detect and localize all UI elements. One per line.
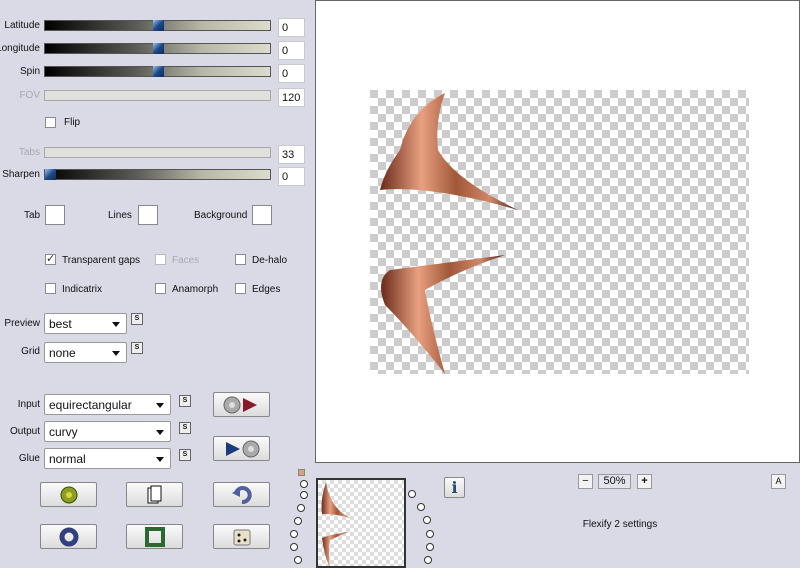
lines-color-swatch[interactable] xyxy=(138,205,158,225)
randomize-button[interactable] xyxy=(40,482,97,507)
thumbnail-image xyxy=(321,482,350,566)
status-text: Flexify 2 settings xyxy=(582,519,658,530)
link-icon[interactable]: S xyxy=(131,313,143,325)
slider-thumb[interactable] xyxy=(153,66,164,77)
ok-button[interactable] xyxy=(126,524,183,549)
undo-icon xyxy=(231,485,252,504)
background-color-swatch[interactable] xyxy=(252,205,272,225)
square-icon xyxy=(144,526,165,547)
anamorph-label: Anamorph xyxy=(172,284,219,295)
dehalo-label: De-halo xyxy=(252,255,288,266)
tab-color-swatch[interactable] xyxy=(45,205,65,225)
preview-select[interactable]: best xyxy=(44,313,127,334)
tabs-label: Tabs xyxy=(18,147,40,158)
link-icon[interactable]: S xyxy=(179,422,191,434)
output-label: Output xyxy=(9,426,40,437)
edges-checkbox[interactable] xyxy=(235,283,246,294)
tab-color-label: Tab xyxy=(24,210,41,221)
spin-value[interactable]: 0 xyxy=(278,64,305,83)
longitude-slider[interactable] xyxy=(44,43,271,54)
ring-icon xyxy=(59,527,78,546)
slider-thumb[interactable] xyxy=(45,169,56,180)
transparent-gaps-checkbox[interactable] xyxy=(45,252,56,265)
edges-label: Edges xyxy=(252,284,281,295)
disc-play-icon xyxy=(223,396,257,413)
nav-marker-icon xyxy=(298,469,305,476)
indicatrix-label: Indicatrix xyxy=(62,284,103,295)
collapse-button[interactable]: A xyxy=(771,474,786,489)
link-icon[interactable]: S xyxy=(179,395,191,407)
glue-label: Glue xyxy=(18,453,40,464)
indicatrix-checkbox[interactable] xyxy=(45,283,56,294)
link-icon[interactable]: S xyxy=(131,342,143,354)
sharpen-value[interactable]: 0 xyxy=(278,167,305,186)
fov-value: 120 xyxy=(278,88,305,107)
play-reverse-button[interactable] xyxy=(213,436,270,461)
faces-label: Faces xyxy=(172,255,200,266)
latitude-label: Latitude xyxy=(4,20,40,31)
copy-button[interactable] xyxy=(126,482,183,507)
preview-label: Preview xyxy=(4,318,40,329)
spin-label: Spin xyxy=(19,66,40,77)
input-select[interactable]: equirectangular xyxy=(44,394,171,415)
dice-icon xyxy=(233,529,250,545)
cancel-button[interactable] xyxy=(40,524,97,549)
info-button[interactable]: i xyxy=(444,477,465,498)
tabs-slider xyxy=(44,147,271,158)
copy-icon xyxy=(147,485,161,503)
latitude-slider[interactable] xyxy=(44,20,271,31)
sharpen-slider[interactable] xyxy=(44,169,271,180)
play-disc-icon xyxy=(225,440,259,457)
input-label: Input xyxy=(17,399,40,410)
info-icon: i xyxy=(451,478,458,497)
tabs-value: 33 xyxy=(278,145,305,164)
link-icon[interactable]: S xyxy=(179,449,191,461)
sharpen-label: Sharpen xyxy=(2,169,40,180)
flip-label: Flip xyxy=(64,117,81,128)
slider-thumb[interactable] xyxy=(153,43,164,54)
latitude-value[interactable]: 0 xyxy=(278,18,305,37)
dehalo-checkbox[interactable] xyxy=(235,254,246,265)
output-select[interactable]: curvy xyxy=(44,421,171,442)
transparent-gaps-label: Transparent gaps xyxy=(62,255,141,266)
random-dice-button[interactable] xyxy=(213,524,270,549)
fov-slider xyxy=(44,90,271,101)
fov-label: FOV xyxy=(19,90,40,101)
undo-button[interactable] xyxy=(213,482,270,507)
play-forward-button[interactable] xyxy=(213,392,270,417)
navigator-thumbnail[interactable] xyxy=(316,478,406,568)
zoom-in-button[interactable]: + xyxy=(637,474,652,489)
flip-checkbox[interactable] xyxy=(45,117,56,128)
preview-image xyxy=(370,90,749,374)
background-color-label: Background xyxy=(194,210,248,221)
grid-select[interactable]: none xyxy=(44,342,127,363)
preview-canvas[interactable] xyxy=(315,0,800,463)
glue-select[interactable]: normal xyxy=(44,448,171,469)
longitude-value[interactable]: 0 xyxy=(278,41,305,60)
grid-label: Grid xyxy=(21,346,40,357)
plugin-logo-icon xyxy=(60,486,77,503)
longitude-label: Longitude xyxy=(0,43,40,54)
zoom-level: 50% xyxy=(598,474,631,489)
slider-thumb[interactable] xyxy=(153,20,164,31)
zoom-out-button[interactable]: − xyxy=(578,474,593,489)
lines-color-label: Lines xyxy=(108,210,132,221)
anamorph-checkbox[interactable] xyxy=(155,283,166,294)
faces-checkbox xyxy=(155,254,166,265)
spin-slider[interactable] xyxy=(44,66,271,77)
